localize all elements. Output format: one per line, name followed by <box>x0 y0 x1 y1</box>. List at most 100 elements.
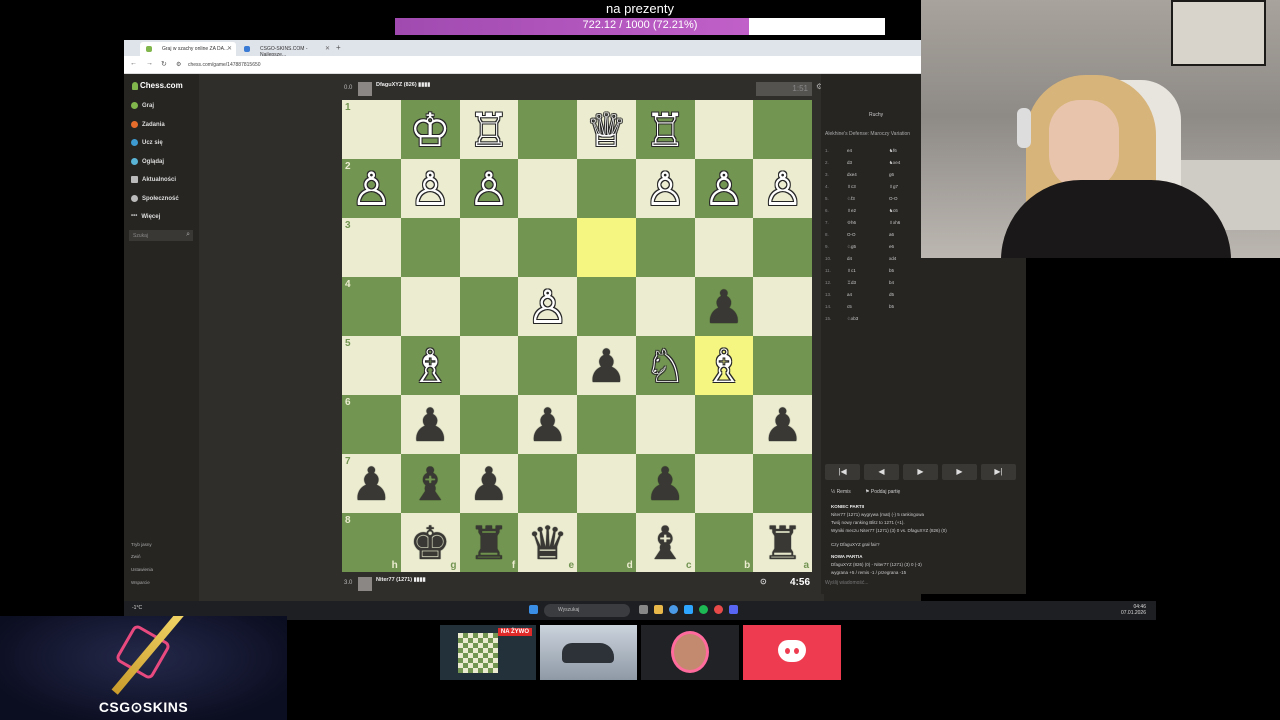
board-square[interactable]: a ♜ <box>753 513 812 572</box>
board-square[interactable]: ♟ <box>459 454 519 513</box>
white-bishop-piece[interactable]: ♗ <box>410 343 451 389</box>
move-san[interactable]: c5 <box>847 304 852 309</box>
sidebar-search-input[interactable]: Szukaj ⌕ <box>129 230 193 241</box>
board-square[interactable]: ♟ <box>400 395 460 454</box>
move-san[interactable]: e4 <box>847 148 852 153</box>
board-square[interactable] <box>518 159 577 218</box>
move-san[interactable]: ♞c6 <box>889 208 898 214</box>
white-pawn-piece[interactable]: ♙ <box>410 166 451 212</box>
board-square[interactable] <box>518 100 577 159</box>
black-queen-piece[interactable]: ♛ <box>527 520 568 566</box>
chess-board[interactable]: 1 ♔ ♖ ♕ ♖ 2 ♙ ♙ ♙ ♙ ♙ ♙ 3 4 ♙ ♟ 5 ♗ ♟ ♘ ♗ 6 ♟ ♟ ♟ 7 ♟ ♝ ♟ ♟ 8 h g ♚ f ♜ e ♛ d c… <box>342 100 812 572</box>
white-knight-piece[interactable]: ♘ <box>645 343 686 389</box>
close-tab-icon[interactable]: ✕ <box>325 45 330 52</box>
collapse-sidebar-button[interactable]: Zwiń <box>131 554 141 559</box>
black-bishop-piece[interactable]: ♝ <box>410 461 451 507</box>
move-san[interactable]: d5 <box>889 292 894 297</box>
board-square[interactable] <box>753 336 812 395</box>
board-square[interactable] <box>459 336 519 395</box>
move-san[interactable]: dxe4 <box>847 172 857 177</box>
board-square[interactable] <box>635 277 695 336</box>
board-square[interactable]: ♙ <box>694 159 754 218</box>
black-rook-piece[interactable]: ♜ <box>762 520 803 566</box>
board-square[interactable]: ♕ <box>577 100 636 159</box>
black-pawn-piece[interactable]: ♟ <box>351 461 392 507</box>
move-san[interactable]: xd4 <box>889 256 896 261</box>
app-icon[interactable] <box>684 605 693 614</box>
board-square[interactable]: 6 <box>342 395 401 454</box>
move-san[interactable]: ♗c3 <box>847 184 856 190</box>
board-square[interactable] <box>694 454 754 513</box>
board-square[interactable]: ♟ <box>518 395 577 454</box>
black-pawn-piece[interactable]: ♟ <box>468 461 509 507</box>
board-square[interactable]: 1 <box>342 100 401 159</box>
black-pawn-piece[interactable]: ♟ <box>762 402 803 448</box>
white-pawn-piece[interactable]: ♙ <box>527 284 568 330</box>
sidebar-item-zadania[interactable]: Zadania <box>131 121 165 128</box>
board-square[interactable] <box>518 454 577 513</box>
board-square[interactable]: ♔ <box>400 100 460 159</box>
board-square[interactable] <box>577 395 636 454</box>
file-explorer-icon[interactable] <box>654 605 663 614</box>
white-pawn-piece[interactable]: ♙ <box>351 166 392 212</box>
windows-start-icon[interactable] <box>529 605 538 614</box>
board-square[interactable]: ♙ <box>400 159 460 218</box>
avatar[interactable] <box>358 82 372 96</box>
board-square[interactable]: 5 <box>342 336 401 395</box>
black-king-piece[interactable]: ♚ <box>410 520 451 566</box>
task-view-icon[interactable] <box>639 605 648 614</box>
site-info-icon[interactable]: ⚙ <box>176 61 181 68</box>
chesscom-logo[interactable]: Chess.com <box>132 81 183 90</box>
move-san[interactable]: b4 <box>889 280 894 285</box>
taskbar-clock[interactable]: 04:46 07.01.2026 <box>1121 604 1146 616</box>
url-input[interactable]: chess.com/game/147887815650 <box>188 62 261 68</box>
black-bishop-piece[interactable]: ♝ <box>645 520 686 566</box>
board-square[interactable] <box>753 100 812 159</box>
board-square[interactable]: ♙ <box>753 159 812 218</box>
black-pawn-piece[interactable]: ♟ <box>527 402 568 448</box>
move-san[interactable]: ♘g5 <box>847 244 856 250</box>
board-square[interactable] <box>753 454 812 513</box>
support-link[interactable]: Wsparcie <box>131 580 150 585</box>
black-pawn-piece[interactable]: ♟ <box>410 402 451 448</box>
white-king-piece[interactable]: ♔ <box>410 107 451 153</box>
board-square[interactable] <box>518 218 577 277</box>
move-san[interactable]: ♗g7 <box>889 184 898 190</box>
board-square[interactable] <box>577 218 636 277</box>
white-pawn-piece[interactable]: ♙ <box>645 166 686 212</box>
board-square[interactable]: ♟ <box>753 395 812 454</box>
board-square[interactable] <box>694 218 754 277</box>
board-square[interactable]: 4 <box>342 277 401 336</box>
board-square[interactable] <box>400 277 460 336</box>
board-square[interactable]: ♟ <box>635 454 695 513</box>
move-san[interactable]: O-O <box>889 196 898 201</box>
resign-button[interactable]: ⚑ Poddaj partię <box>865 489 900 495</box>
opening-name[interactable]: Alekhine's Defense: Maroczy Variation <box>825 131 910 137</box>
board-square[interactable]: 7 ♟ <box>342 454 401 513</box>
reload-icon[interactable]: ↻ <box>161 60 167 68</box>
board-square[interactable]: ♖ <box>635 100 695 159</box>
last-move-button[interactable]: ▶| <box>981 464 1016 480</box>
sidebar-item-spolecznosc[interactable]: Społeczność <box>131 195 179 202</box>
board-square[interactable]: ♟ <box>577 336 636 395</box>
move-san[interactable]: ♞f6 <box>889 148 897 154</box>
board-square[interactable] <box>635 218 695 277</box>
white-pawn-piece[interactable]: ♙ <box>703 166 744 212</box>
first-move-button[interactable]: |◀ <box>825 464 860 480</box>
close-tab-icon[interactable]: ✕ <box>227 45 232 52</box>
browser-tab-chess[interactable]: Graj w szachy online ZA DA... ✕ <box>140 42 236 56</box>
bottom-player-name[interactable]: Niter77 (1271) ▮▮▮▮ <box>376 577 426 583</box>
board-square[interactable]: f ♜ <box>459 513 519 572</box>
back-icon[interactable]: ← <box>130 60 137 67</box>
spotify-icon[interactable] <box>699 605 708 614</box>
move-san[interactable]: a6 <box>889 232 894 237</box>
top-player-name[interactable]: DfaguXYZ (826) ▮▮▮▮ <box>376 82 430 88</box>
browser-tab-csgo[interactable]: CSGO-SKINS.COM - Najlepsze... ✕ <box>238 42 334 58</box>
board-square[interactable]: 3 <box>342 218 401 277</box>
white-rook-piece[interactable]: ♖ <box>468 107 509 153</box>
board-square[interactable]: g ♚ <box>400 513 460 572</box>
white-queen-piece[interactable]: ♕ <box>586 107 627 153</box>
board-square[interactable] <box>577 277 636 336</box>
sidebar-item-aktualnosci[interactable]: Aktualności <box>131 176 176 183</box>
board-square[interactable] <box>753 277 812 336</box>
